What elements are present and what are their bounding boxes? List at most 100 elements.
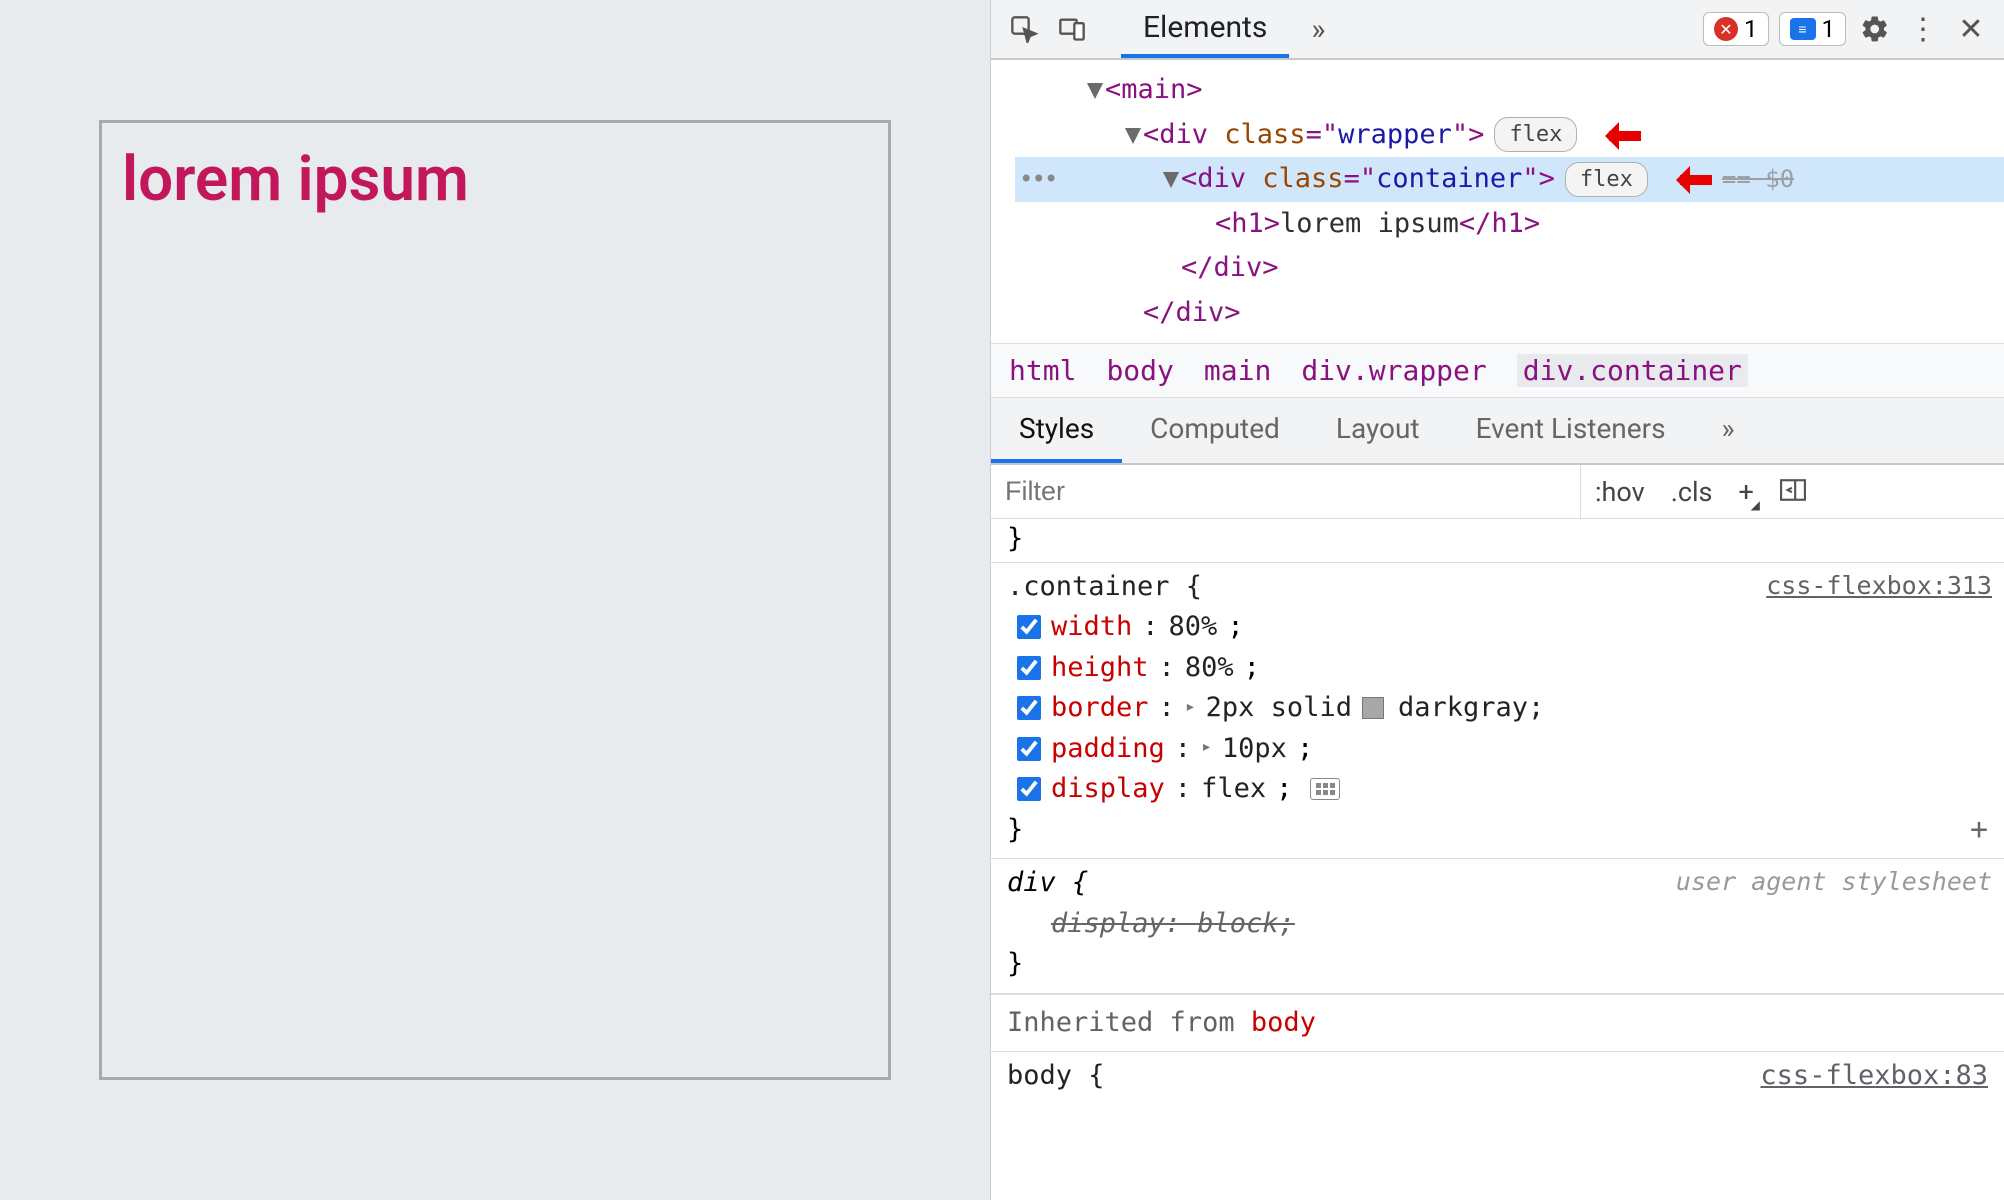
tab-styles[interactable]: Styles (991, 398, 1122, 463)
css-declaration[interactable]: width: 80%; (1007, 607, 1988, 648)
tab-elements[interactable]: Elements (1121, 0, 1289, 58)
tree-row-container[interactable]: ••• ▼ <div class="container"> flex == $0 (1015, 157, 2004, 202)
styles-pane[interactable]: } .container { css-flexbox:313 width: 80… (991, 519, 2004, 1200)
devtools-top-toolbar: Elements » ✕ 1 ≡ 1 ⋮ ✕ (991, 0, 2004, 60)
chevron-down-icon[interactable]: ▼ (1085, 70, 1105, 111)
h1-open: <h1> (1215, 204, 1280, 245)
add-declaration-button[interactable]: + (1970, 807, 1988, 852)
tree-row-h1[interactable]: <h1>lorem ipsum</h1> (1015, 202, 2004, 247)
tree-row-close-wrapper[interactable]: </div> (1015, 291, 2004, 336)
styles-filter-input[interactable] (991, 465, 1581, 518)
rendered-page-pane: lorem ipsum (0, 0, 990, 1200)
message-icon: ≡ (1790, 18, 1816, 40)
flex-badge[interactable]: flex (1494, 117, 1577, 152)
declaration-enable-checkbox[interactable] (1017, 696, 1041, 720)
tree-row-main[interactable]: ▼ <main> (1015, 68, 2004, 113)
css-source-ua: user agent stylesheet (1676, 863, 1992, 901)
css-property[interactable]: padding (1051, 729, 1165, 770)
close-icon[interactable]: ✕ (1952, 10, 1990, 48)
tab-layout[interactable]: Layout (1308, 398, 1448, 463)
inspect-element-icon[interactable] (1005, 10, 1043, 48)
css-rule-div-ua[interactable]: div { user agent stylesheet display: blo… (991, 859, 2004, 994)
declaration-enable-checkbox[interactable] (1017, 777, 1041, 801)
tab-computed[interactable]: Computed (1122, 398, 1308, 463)
ellipsis-icon[interactable]: ••• (1019, 161, 1056, 197)
css-declaration[interactable]: border: ▸2px solid darkgray; (1007, 688, 1988, 729)
declaration-enable-checkbox[interactable] (1017, 656, 1041, 680)
declaration-enable-checkbox[interactable] (1017, 615, 1041, 639)
css-value[interactable]: 80% (1185, 648, 1234, 689)
css-selector[interactable]: body { (1007, 1056, 1105, 1097)
css-rule-container[interactable]: .container { css-flexbox:313 width: 80%;… (991, 563, 2004, 860)
flex-badge[interactable]: flex (1565, 162, 1648, 197)
messages-badge[interactable]: ≡ 1 (1779, 12, 1847, 46)
device-toggle-icon[interactable] (1053, 10, 1091, 48)
div-close: </div> (1143, 293, 1241, 334)
kebab-menu-icon[interactable]: ⋮ (1904, 10, 1942, 48)
css-declaration[interactable]: padding: ▸10px; (1007, 729, 1988, 770)
devtools-top-tabs: Elements » (1121, 0, 1347, 58)
devtools-panel: Elements » ✕ 1 ≡ 1 ⋮ ✕ ▼ <main> ▼ <div c… (990, 0, 2004, 1200)
css-value[interactable]: 2px solid (1206, 688, 1352, 729)
css-property[interactable]: border (1051, 688, 1149, 729)
css-property[interactable]: height (1051, 648, 1149, 689)
expand-shorthand-icon[interactable]: ▸ (1185, 693, 1196, 720)
tree-tag-main: <main> (1105, 70, 1203, 111)
message-count: 1 (1822, 15, 1836, 43)
annotation-arrow-icon (1662, 166, 1712, 192)
css-value[interactable]: 10px (1222, 729, 1287, 770)
breadcrumb-item-active[interactable]: div.container (1517, 354, 1748, 387)
error-icon: ✕ (1714, 17, 1738, 41)
breadcrumb-item[interactable]: html (1009, 354, 1076, 387)
inherited-from-selector[interactable]: body (1251, 1007, 1316, 1038)
css-source-link[interactable]: css-flexbox:313 (1766, 567, 1992, 605)
tree-row-wrapper[interactable]: ▼ <div class="wrapper"> flex (1015, 113, 2004, 158)
page-heading: lorem ipsum (122, 143, 469, 1057)
dollar-zero-indicator: == $0 (1722, 161, 1794, 197)
page-container: lorem ipsum (99, 120, 891, 1080)
tab-more-overflow[interactable]: » (1289, 0, 1347, 58)
chevron-down-icon[interactable]: ▼ (1123, 115, 1143, 156)
error-count: 1 (1744, 15, 1758, 43)
tab-more-overflow[interactable]: » (1694, 398, 1763, 463)
css-rule-close: } (1007, 944, 1988, 985)
annotation-arrow-icon (1591, 122, 1641, 148)
css-decl-overridden[interactable]: display: block; (1051, 904, 1295, 945)
css-rule-body-cut[interactable]: body { css-flexbox:83 (991, 1052, 2004, 1097)
chevron-down-icon[interactable]: ▼ (1161, 159, 1181, 200)
css-rule-close: } (1007, 810, 1988, 851)
color-swatch[interactable] (1362, 697, 1384, 719)
css-property[interactable]: display (1051, 769, 1165, 810)
breadcrumb-item[interactable]: div.wrapper (1301, 354, 1486, 387)
css-value[interactable]: 80% (1169, 607, 1218, 648)
error-badge[interactable]: ✕ 1 (1703, 12, 1769, 46)
css-value[interactable]: flex (1201, 769, 1266, 810)
hov-toggle[interactable]: :hov (1595, 476, 1645, 508)
css-declaration[interactable]: display: flex; (1007, 769, 1988, 810)
settings-icon[interactable] (1856, 10, 1894, 48)
breadcrumb-item[interactable]: main (1204, 354, 1271, 387)
inherited-from-row: Inherited from body (991, 994, 2004, 1053)
page-wrapper: lorem ipsum (0, 0, 990, 1200)
div-close: </div> (1181, 248, 1279, 289)
inherited-label: Inherited from (1007, 1007, 1251, 1038)
tree-row-close-container[interactable]: </div> (1015, 246, 2004, 291)
tab-event-listeners[interactable]: Event Listeners (1448, 398, 1694, 463)
computed-sidebar-toggle-icon[interactable] (1780, 476, 1806, 508)
h1-close: </h1> (1459, 204, 1540, 245)
breadcrumb-item[interactable]: body (1106, 354, 1173, 387)
h1-text: lorem ipsum (1280, 204, 1459, 245)
new-style-rule-button[interactable]: +◢ (1738, 476, 1753, 508)
cls-toggle[interactable]: .cls (1671, 476, 1713, 508)
css-declaration[interactable]: height: 80%; (1007, 648, 1988, 689)
flexbox-editor-icon[interactable] (1310, 778, 1340, 800)
css-source-link[interactable]: css-flexbox:83 (1760, 1056, 1988, 1097)
css-property[interactable]: width (1051, 607, 1132, 648)
styles-tabs: Styles Computed Layout Event Listeners » (991, 398, 2004, 465)
css-value[interactable]: darkgray; (1398, 688, 1544, 729)
styles-filter-row: :hov .cls +◢ (991, 465, 2004, 519)
declaration-enable-checkbox[interactable] (1017, 737, 1041, 761)
elements-tree[interactable]: ▼ <main> ▼ <div class="wrapper"> flex ••… (991, 60, 2004, 343)
breadcrumb: html body main div.wrapper div.container (991, 343, 2004, 398)
expand-shorthand-icon[interactable]: ▸ (1201, 733, 1212, 760)
